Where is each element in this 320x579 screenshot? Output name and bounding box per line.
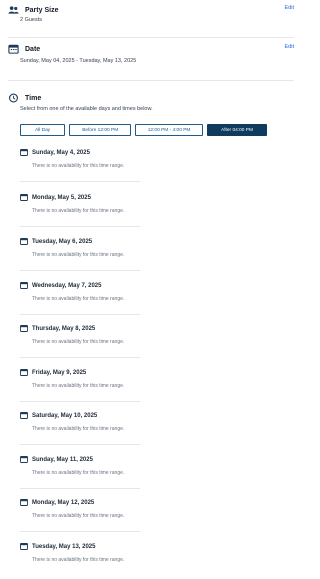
date-edit-link[interactable]: Edit — [285, 44, 294, 50]
divider — [20, 226, 140, 227]
day-header: Monday, May 5, 2025 — [20, 194, 140, 201]
calendar-icon — [20, 499, 28, 506]
calendar-icon — [8, 44, 19, 54]
people-icon — [8, 6, 19, 14]
party-size-header: Party Size — [8, 5, 58, 15]
day-item: Friday, May 9, 2025 There is no availabi… — [20, 369, 140, 402]
calendar-icon — [20, 238, 28, 245]
party-size-value: 2 Guests — [20, 17, 43, 23]
time-instructions: Select from one of the available days an… — [20, 106, 153, 112]
day-title: Tuesday, May 13, 2025 — [32, 543, 96, 550]
day-item: Sunday, May 4, 2025 There is no availabi… — [20, 149, 140, 182]
day-item: Sunday, May 11, 2025 There is no availab… — [20, 456, 140, 489]
no-availability-message: There is no availability for this time r… — [32, 470, 125, 476]
no-availability-message: There is no availability for this time r… — [32, 208, 125, 214]
calendar-icon — [20, 325, 28, 332]
clock-icon — [9, 93, 18, 103]
divider — [20, 314, 140, 315]
day-title: Saturday, May 10, 2025 — [32, 412, 98, 419]
calendar-icon — [20, 412, 28, 419]
calendar-icon — [20, 282, 28, 289]
day-title: Monday, May 5, 2025 — [32, 194, 91, 201]
date-section: Date Sunday, May 04, 2025 - Tuesday, May… — [0, 40, 300, 70]
calendar-icon — [20, 456, 28, 463]
no-availability-message: There is no availability for this time r… — [32, 339, 125, 345]
day-title: Wednesday, May 7, 2025 — [32, 282, 102, 289]
party-size-title: Party Size — [25, 6, 59, 14]
day-item: Monday, May 5, 2025 There is no availabi… — [20, 194, 140, 227]
divider — [20, 531, 140, 532]
divider — [20, 401, 140, 402]
no-availability-message: There is no availability for this time r… — [32, 296, 125, 302]
day-header: Friday, May 9, 2025 — [20, 369, 140, 376]
party-size-edit-link[interactable]: Edit — [285, 5, 294, 11]
day-title: Sunday, May 11, 2025 — [32, 456, 93, 463]
party-size-section: Party Size 2 Guests Edit — [0, 0, 300, 36]
day-header: Tuesday, May 13, 2025 — [20, 543, 140, 550]
date-title: Date — [25, 45, 41, 53]
divider — [20, 488, 140, 489]
calendar-icon — [20, 194, 28, 201]
time-filter-group: All Day Before 12:00 PM 12:00 PM - 4:00 … — [20, 124, 267, 136]
day-title: Thursday, May 8, 2025 — [32, 325, 96, 332]
divider — [8, 37, 294, 38]
day-header: Monday, May 12, 2025 — [20, 499, 140, 506]
day-title: Tuesday, May 6, 2025 — [32, 238, 93, 245]
time-title: Time — [25, 94, 42, 102]
no-availability-message: There is no availability for this time r… — [32, 513, 125, 519]
divider — [20, 270, 140, 271]
date-range-value: Sunday, May 04, 2025 - Tuesday, May 13, … — [20, 58, 137, 64]
day-title: Sunday, May 4, 2025 — [32, 149, 90, 156]
no-availability-message: There is no availability for this time r… — [32, 557, 125, 563]
day-item: Thursday, May 8, 2025 There is no availa… — [20, 325, 140, 358]
no-availability-message: There is no availability for this time r… — [32, 252, 125, 258]
divider — [20, 444, 140, 445]
no-availability-message: There is no availability for this time r… — [32, 383, 125, 389]
filter-before-noon-button[interactable]: Before 12:00 PM — [69, 124, 132, 136]
calendar-icon — [20, 369, 28, 376]
no-availability-message: There is no availability for this time r… — [32, 426, 125, 432]
day-item: Monday, May 12, 2025 There is no availab… — [20, 499, 140, 532]
day-header: Tuesday, May 6, 2025 — [20, 238, 140, 245]
filter-afternoon-button[interactable]: 12:00 PM - 4:00 PM — [135, 124, 204, 136]
day-header: Saturday, May 10, 2025 — [20, 412, 140, 419]
day-item: Wednesday, May 7, 2025 There is no avail… — [20, 282, 140, 315]
time-header: Time — [8, 93, 41, 103]
day-title: Monday, May 12, 2025 — [32, 499, 95, 506]
day-title: Friday, May 9, 2025 — [32, 369, 87, 376]
divider — [20, 181, 140, 182]
filter-after-four-button[interactable]: After 04:00 PM — [207, 124, 267, 136]
day-header: Thursday, May 8, 2025 — [20, 325, 140, 332]
day-item: Tuesday, May 6, 2025 There is no availab… — [20, 238, 140, 271]
calendar-icon — [20, 543, 28, 550]
divider — [8, 80, 294, 81]
calendar-icon — [20, 149, 28, 156]
day-item: Tuesday, May 13, 2025 There is no availa… — [20, 543, 140, 563]
day-item: Saturday, May 10, 2025 There is no avail… — [20, 412, 140, 445]
day-header: Sunday, May 4, 2025 — [20, 149, 140, 156]
day-header: Sunday, May 11, 2025 — [20, 456, 140, 463]
day-header: Wednesday, May 7, 2025 — [20, 282, 140, 289]
filter-all-day-button[interactable]: All Day — [20, 124, 66, 136]
divider — [20, 357, 140, 358]
no-availability-message: There is no availability for this time r… — [32, 163, 125, 169]
date-header: Date — [8, 44, 40, 54]
